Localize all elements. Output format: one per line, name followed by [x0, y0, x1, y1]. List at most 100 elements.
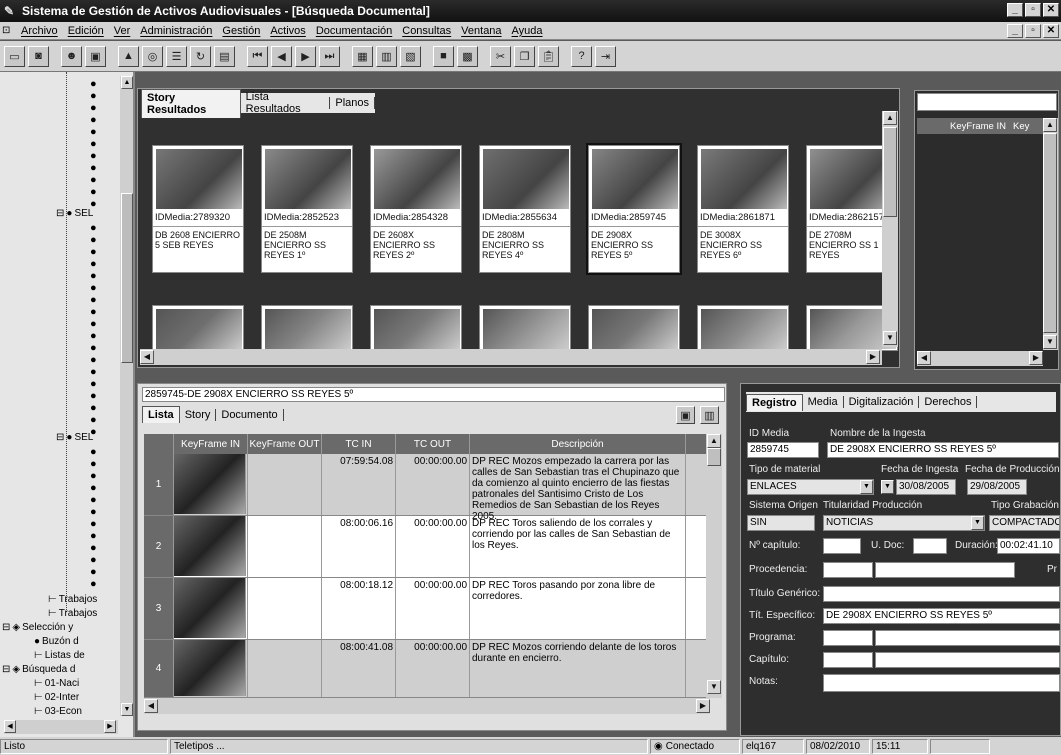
scroll-right-icon[interactable]: ▶	[104, 720, 116, 733]
help-icon[interactable]: ?	[571, 45, 592, 67]
scroll-thumb[interactable]	[707, 448, 721, 466]
tree-item-icon[interactable]: ●	[90, 222, 104, 234]
menu-edicion[interactable]: Edición	[63, 25, 109, 37]
tree-node-03-economia[interactable]: ⊢ 03-Econ	[34, 706, 82, 717]
view-single-icon[interactable]: ■	[433, 45, 454, 67]
tipo-grabacion-select[interactable]: COMPACTADO	[989, 515, 1060, 531]
keyframe-vertical-scrollbar[interactable]: ▲ ▼	[1043, 118, 1058, 350]
keyframe-in-thumbnail[interactable]	[174, 640, 248, 697]
tree-item-icon[interactable]: ●	[90, 458, 104, 470]
capitulo-num-field[interactable]	[823, 538, 861, 554]
menu-archivo[interactable]: Archivo	[16, 25, 63, 37]
col-keyframe-out[interactable]: KeyFrame OUT	[248, 434, 322, 454]
tree-node-02-internacional[interactable]: ⊢ 02-Inter	[34, 692, 79, 703]
table-vertical-scrollbar[interactable]: ▲ ▼	[706, 434, 722, 698]
scroll-down-icon[interactable]: ▼	[1043, 335, 1057, 349]
copy-icon[interactable]: ❐	[514, 45, 535, 67]
tab-registro[interactable]: Registro	[746, 393, 803, 411]
story-card[interactable]: IDMedia:2852523 DE 2508M ENCIERRO SS REYE…	[261, 145, 353, 273]
titularidad-select[interactable]: NOTICIAS	[823, 515, 985, 531]
layout-1-icon[interactable]: ▦	[352, 45, 373, 67]
titulo-generico-field[interactable]	[823, 586, 1060, 602]
image-icon[interactable]: ▲	[118, 45, 139, 67]
tree-item-icon[interactable]: ●	[90, 470, 104, 482]
sistema-origen-field[interactable]: SIN	[747, 515, 815, 531]
tree-node-sel-1[interactable]: ⊟ ● SEL	[56, 208, 93, 219]
menu-ayuda[interactable]: Ayuda	[507, 25, 548, 37]
story-card[interactable]: IDMedia:2789320 DB 2608 ENCIERRO 5 SEB RE…	[152, 145, 244, 273]
paste-icon[interactable]: 📋︎	[538, 45, 559, 67]
story-card-row2[interactable]	[479, 305, 571, 351]
tree-vertical-scrollbar[interactable]: ▲ ▼	[120, 76, 133, 716]
keyframe-in-thumbnail[interactable]	[174, 454, 248, 515]
tree-item-icon[interactable]: ●	[90, 282, 104, 294]
mdi-close-button[interactable]: ✕	[1043, 24, 1059, 38]
tree-item-icon[interactable]: ●	[90, 234, 104, 246]
document-title-field[interactable]: 2859745-DE 2908X ENCIERRO SS REYES 5º	[142, 387, 725, 402]
scroll-right-icon[interactable]: ▶	[1029, 351, 1043, 365]
udoc-field[interactable]	[913, 538, 947, 554]
story-card-row2[interactable]	[261, 305, 353, 351]
chevron-down-icon[interactable]: ▼	[860, 480, 873, 494]
tree-node-listas[interactable]: ⊢ Listas de	[34, 650, 85, 661]
menu-ver[interactable]: Ver	[109, 25, 136, 37]
scroll-thumb[interactable]	[1043, 133, 1057, 333]
tree-node-busqueda[interactable]: ⊟ ◈ Búsqueda d	[2, 664, 75, 675]
tree-item-icon[interactable]: ●	[90, 402, 104, 414]
tree-item-icon[interactable]: ●	[90, 330, 104, 342]
tree-item-icon[interactable]: ●	[90, 366, 104, 378]
tab-story[interactable]: Story	[180, 407, 216, 423]
tree-node-trabajos-2[interactable]: ⊢ Trabajos	[48, 608, 97, 619]
nombre-ingesta-field[interactable]: DE 2908X ENCIERRO SS REYES 5º	[827, 442, 1059, 458]
tree-item-icon[interactable]: ●	[90, 294, 104, 306]
table-row[interactable]: 4 08:00:41.08 00:00:00.00 DP REC Mozos corr…	[144, 640, 706, 698]
tree-item-icon[interactable]: ●	[90, 506, 104, 518]
users-icon[interactable]: ☻	[61, 45, 82, 67]
col-descripcion[interactable]: Descripción	[470, 434, 686, 454]
story-card-row2[interactable]	[370, 305, 462, 351]
refresh-icon[interactable]: ↻	[190, 45, 211, 67]
tree-item-icon[interactable]: ●	[90, 90, 104, 102]
keyframe-horizontal-scrollbar[interactable]: ◀ ▶	[917, 351, 1043, 366]
tab-digitalizacion[interactable]: Digitalización	[844, 394, 919, 410]
capitulo-code-field[interactable]	[823, 652, 873, 668]
tree-item-icon[interactable]: ●	[90, 138, 104, 150]
tree-item-icon[interactable]: ●	[90, 174, 104, 186]
tree-item-icon[interactable]: ●	[90, 414, 104, 426]
monitor-icon[interactable]: ▣	[85, 45, 106, 67]
cut-icon[interactable]: ✂	[490, 45, 511, 67]
tree-item-icon[interactable]: ●	[90, 518, 104, 530]
fecha-produccion-field[interactable]: 29/08/2005	[967, 479, 1027, 495]
tree-horizontal-scrollbar[interactable]: ◀ ▶	[4, 720, 118, 734]
story-card[interactable]: IDMedia:2855634 DE 2808M ENCIERRO SS REYE…	[479, 145, 571, 273]
menu-documentacion[interactable]: Documentación	[311, 25, 397, 37]
mdi-child-icon[interactable]: ⊡	[2, 25, 16, 36]
mdi-restore-button[interactable]: ▫	[1025, 24, 1041, 38]
tab-planos[interactable]: Planos	[330, 95, 374, 111]
scroll-up-icon[interactable]: ▲	[1043, 118, 1057, 132]
menu-ventana[interactable]: Ventana	[456, 25, 506, 37]
prev-icon[interactable]: ◀	[271, 45, 292, 67]
tree-item-icon[interactable]: ●	[90, 78, 104, 90]
tree-item-icon[interactable]: ●	[90, 446, 104, 458]
doc-icon[interactable]: ▤	[214, 45, 235, 67]
scroll-left-icon[interactable]: ◀	[140, 350, 154, 364]
procedencia-field[interactable]	[875, 562, 1015, 578]
programa-code-field[interactable]	[823, 630, 873, 646]
scroll-down-icon[interactable]: ▼	[707, 680, 721, 694]
scroll-down-icon[interactable]: ▼	[121, 703, 133, 716]
tree-item-icon[interactable]: ●	[90, 578, 104, 590]
layout-3-icon[interactable]: ▧	[400, 45, 421, 67]
exit-icon[interactable]: ⇥	[595, 45, 616, 67]
tree-item-icon[interactable]: ●	[90, 494, 104, 506]
keyframe-in-thumbnail[interactable]	[174, 516, 248, 577]
story-card-row2[interactable]	[697, 305, 789, 351]
tree-item-icon[interactable]: ●	[90, 270, 104, 282]
tree-item-icon[interactable]: ●	[90, 258, 104, 270]
tit-especifico-field[interactable]: DE 2908X ENCIERRO SS REYES 5º	[823, 608, 1060, 624]
tab-lista[interactable]: Lista	[142, 406, 180, 423]
procedencia-code-field[interactable]	[823, 562, 873, 578]
tab-story-resultados[interactable]: Story Resultados	[141, 88, 241, 118]
scroll-up-icon[interactable]: ▲	[883, 111, 897, 125]
story-vertical-scrollbar[interactable]: ▲ ▼	[882, 111, 898, 347]
